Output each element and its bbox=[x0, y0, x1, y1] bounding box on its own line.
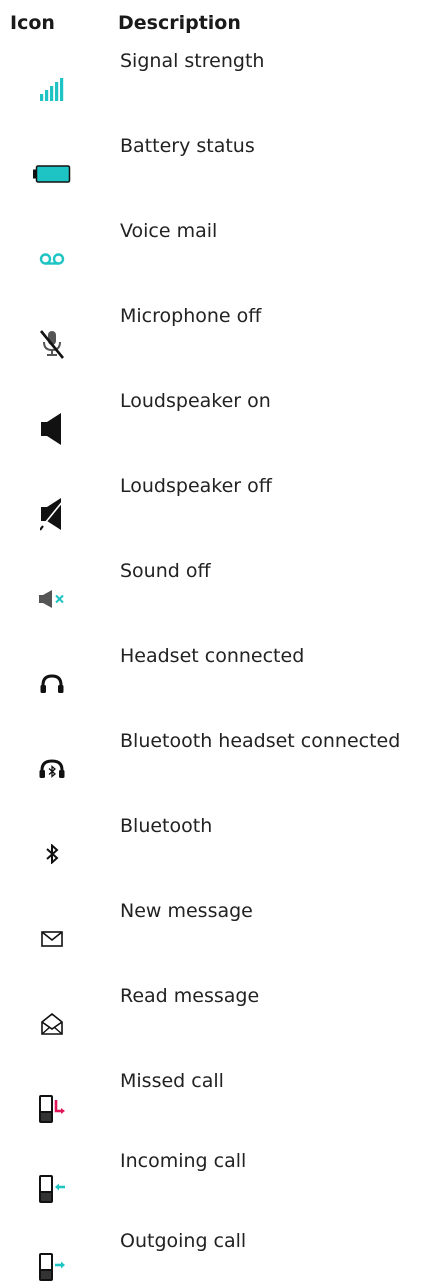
headset-icon bbox=[28, 667, 76, 701]
table-row: Voice mail bbox=[0, 220, 446, 306]
table-row: Read message bbox=[0, 985, 446, 1071]
table-row: Missed call bbox=[0, 1070, 446, 1156]
icon-column-header: Icon bbox=[10, 12, 55, 34]
loudspeaker-on-icon bbox=[28, 412, 76, 446]
row-description: Microphone off bbox=[120, 305, 262, 327]
table-row: Bluetooth bbox=[0, 815, 446, 901]
loudspeaker-off-icon bbox=[28, 497, 76, 531]
new-message-icon bbox=[28, 922, 76, 956]
bluetooth-headset-icon bbox=[28, 752, 76, 786]
table-row: Loudspeaker on bbox=[0, 390, 446, 476]
row-description: Read message bbox=[120, 985, 260, 1007]
row-description: Sound off bbox=[120, 560, 211, 582]
table-row: Incoming call bbox=[0, 1150, 446, 1236]
row-description: Missed call bbox=[120, 1070, 224, 1092]
row-description: Loudspeaker off bbox=[120, 475, 272, 497]
row-description: Headset connected bbox=[120, 645, 305, 667]
table-row: Headset connected bbox=[0, 645, 446, 731]
row-description: Bluetooth bbox=[120, 815, 213, 837]
row-description: New message bbox=[120, 900, 253, 922]
table-row: Loudspeaker off bbox=[0, 475, 446, 561]
bluetooth-icon bbox=[28, 837, 76, 871]
table-row: Microphone off bbox=[0, 305, 446, 391]
table-row: Signal strength bbox=[0, 50, 446, 136]
table-row: Sound off bbox=[0, 560, 446, 646]
table-row: Outgoing call bbox=[0, 1230, 446, 1281]
row-description: Bluetooth headset connected bbox=[120, 730, 401, 752]
row-description: Signal strength bbox=[120, 50, 265, 72]
incoming-call-icon bbox=[28, 1172, 76, 1206]
signal-strength-icon bbox=[28, 72, 76, 106]
voicemail-icon bbox=[28, 242, 76, 276]
row-description: Voice mail bbox=[120, 220, 218, 242]
microphone-off-icon bbox=[28, 327, 76, 361]
table-row: New message bbox=[0, 900, 446, 986]
row-description: Outgoing call bbox=[120, 1230, 247, 1252]
row-description: Incoming call bbox=[120, 1150, 247, 1172]
row-description: Battery status bbox=[120, 135, 255, 157]
table-header: Icon Description bbox=[0, 12, 446, 42]
battery-icon bbox=[28, 157, 76, 191]
table-row: Battery status bbox=[0, 135, 446, 221]
description-column-header: Description bbox=[118, 12, 241, 34]
table-row: Bluetooth headset connected bbox=[0, 730, 446, 816]
row-description: Loudspeaker on bbox=[120, 390, 271, 412]
missed-call-icon bbox=[28, 1092, 76, 1126]
sound-off-icon bbox=[28, 582, 76, 616]
read-message-icon bbox=[28, 1007, 76, 1041]
